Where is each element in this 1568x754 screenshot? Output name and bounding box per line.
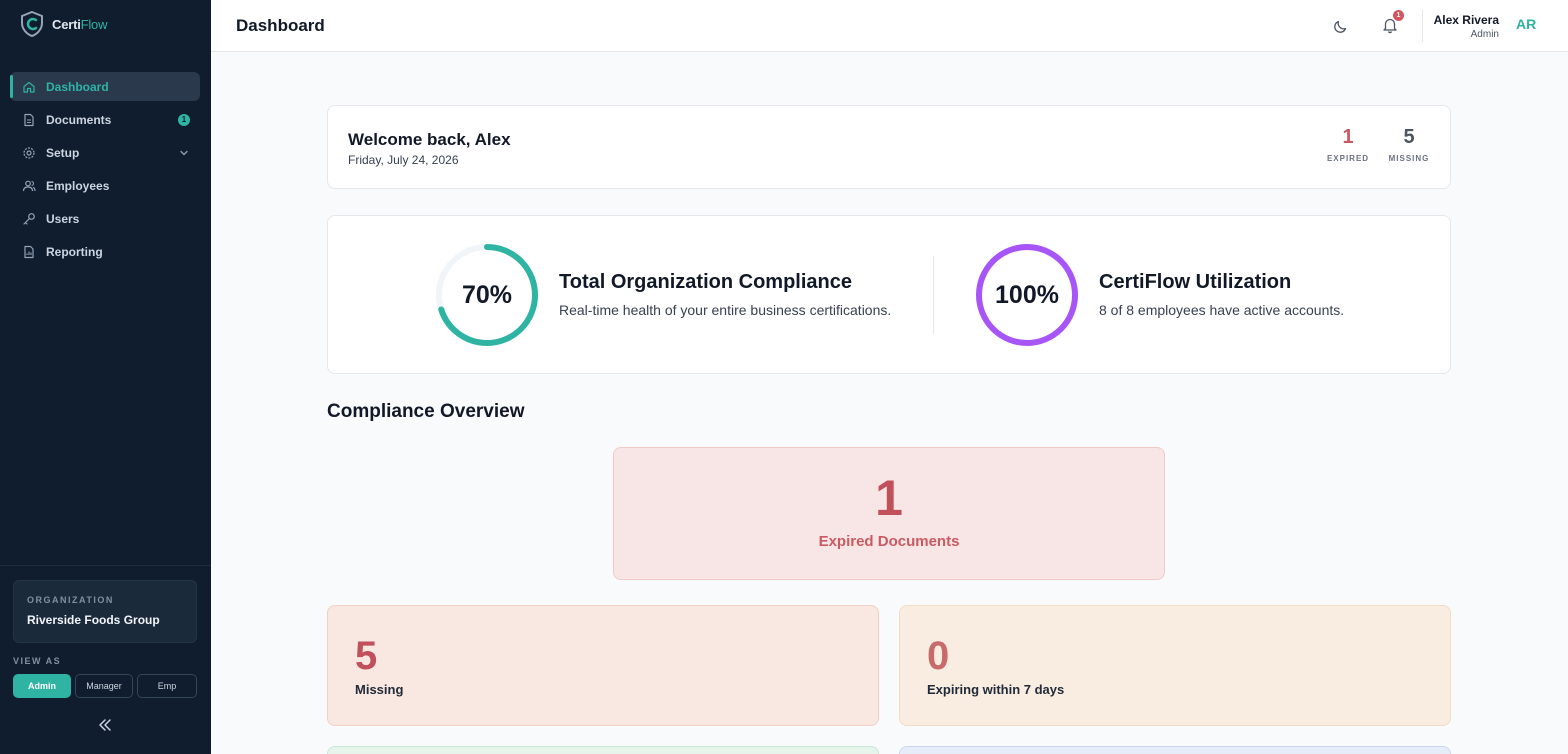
key-icon — [23, 212, 35, 225]
missing-stat[interactable]: 5 MISSING — [1379, 126, 1439, 163]
welcome-date: Friday, July 24, 2026 — [348, 153, 459, 167]
sidebar-item-setup[interactable]: Setup — [10, 138, 200, 167]
view-as-switcher: Admin Manager Emp — [13, 674, 197, 698]
moon-icon[interactable] — [1333, 18, 1349, 34]
summary-divider — [933, 256, 934, 334]
sidebar-item-employees[interactable]: Employees — [10, 171, 200, 200]
sidebar-item-dashboard[interactable]: Dashboard — [10, 72, 200, 101]
expiring-card-count: 0 — [927, 634, 950, 678]
sidebar-item-label: Setup — [46, 145, 80, 160]
sidebar-item-label: Dashboard — [46, 79, 109, 94]
compliance-title: Total Organization Compliance — [559, 271, 852, 293]
shield-logo-icon — [21, 10, 43, 38]
view-as-manager-button[interactable]: Manager — [75, 674, 133, 698]
gear-icon — [23, 146, 35, 159]
collapse-sidebar-icon[interactable] — [96, 716, 114, 734]
brand-logo[interactable]: CertiFlow — [18, 10, 107, 38]
missing-card-count: 5 — [355, 634, 378, 678]
utilization-percent: 100% — [995, 280, 1059, 309]
view-as-label: VIEW AS — [13, 656, 62, 666]
report-icon — [24, 245, 34, 258]
sidebar-divider — [0, 565, 211, 566]
missing-label: MISSING — [1388, 154, 1430, 163]
utilization-title: CertiFlow Utilization — [1099, 271, 1292, 293]
compliance-overview-title: Compliance Overview — [327, 401, 525, 422]
chevron-down-icon[interactable] — [178, 147, 190, 159]
notifications-button[interactable]: 1 — [1381, 10, 1404, 36]
header-separator — [1422, 10, 1423, 42]
sidebar-item-label: Documents — [46, 112, 112, 127]
user-name[interactable]: Alex Rivera — [1434, 13, 1499, 27]
home-icon — [23, 81, 35, 93]
expiring-card[interactable]: 0 Expiring within 7 days — [899, 605, 1451, 726]
missing-card-label: Missing — [355, 682, 404, 697]
sidebar-nav: Dashboard Documents 1 Setup Employees Us… — [10, 72, 200, 270]
welcome-card: Welcome back, Alex Friday, July 24, 2026… — [327, 105, 1451, 189]
organization-name: Riverside Foods Group — [27, 613, 160, 627]
sidebar-item-label: Reporting — [46, 244, 103, 259]
view-as-employee-button[interactable]: Emp — [137, 674, 197, 698]
user-role: Admin — [1470, 29, 1499, 40]
documents-count-badge: 1 — [178, 113, 190, 126]
welcome-title: Welcome back, Alex — [348, 130, 511, 149]
compliance-subtitle: Real-time health of your entire business… — [559, 302, 892, 318]
utilization-ring: 100% — [974, 242, 1080, 348]
document-icon — [24, 113, 34, 126]
expired-stat[interactable]: 1 EXPIRED — [1318, 126, 1378, 163]
missing-card[interactable]: 5 Missing — [327, 605, 879, 726]
summary-card: 70% Total Organization Compliance Real-t… — [327, 215, 1451, 374]
users-icon — [22, 180, 36, 191]
missing-count: 5 — [1403, 126, 1415, 148]
compliance-ring: 70% — [434, 242, 540, 348]
sidebar-item-label: Users — [46, 211, 80, 226]
utilization-subtitle: 8 of 8 employees have active accounts. — [1099, 302, 1345, 318]
expiring-card-label: Expiring within 7 days — [927, 682, 1065, 697]
sidebar-item-documents[interactable]: Documents 1 — [10, 105, 200, 134]
sidebar-item-label: Employees — [46, 178, 110, 193]
expired-documents-card[interactable]: 1 Expired Documents — [613, 447, 1165, 580]
brand-name-part1: Certi — [52, 16, 81, 32]
notification-count-badge: 1 — [1393, 10, 1404, 21]
top-header: Dashboard 1 Alex Rivera Admin AR — [211, 0, 1568, 52]
valid-card[interactable] — [327, 746, 879, 754]
compliance-percent: 70% — [461, 280, 513, 309]
view-as-admin-button[interactable]: Admin — [13, 674, 71, 698]
avatar[interactable]: AR — [1516, 16, 1536, 32]
sidebar: CertiFlow Dashboard Documents 1 Setup Em… — [0, 0, 211, 754]
organization-card[interactable]: ORGANIZATION Riverside Foods Group — [13, 580, 197, 643]
expired-documents-label: Expired Documents — [818, 533, 960, 550]
brand-name: CertiFlow — [52, 17, 107, 32]
expired-count: 1 — [1342, 126, 1354, 148]
sidebar-item-users[interactable]: Users — [10, 204, 200, 233]
organization-label: ORGANIZATION — [27, 595, 114, 605]
brand-name-part2: Flow — [80, 16, 108, 32]
expired-label: EXPIRED — [1326, 154, 1370, 163]
sidebar-item-reporting[interactable]: Reporting — [10, 237, 200, 266]
info-card[interactable] — [899, 746, 1451, 754]
expired-documents-count: 1 — [875, 470, 903, 526]
page-title: Dashboard — [236, 16, 325, 35]
